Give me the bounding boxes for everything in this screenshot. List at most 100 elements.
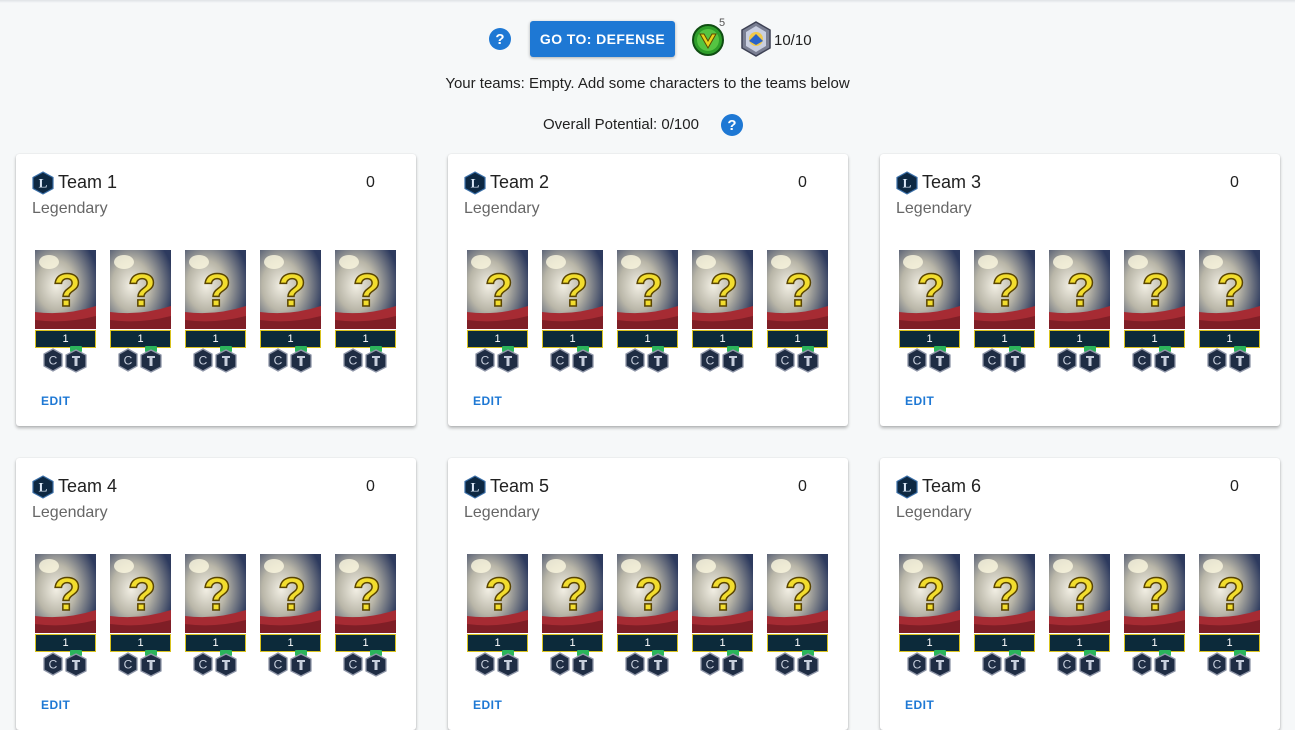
svg-text:C: C	[1213, 658, 1222, 672]
goto-defense-button[interactable]: GO TO: DEFENSE	[530, 21, 675, 57]
character-slot[interactable]: ? 1 C	[185, 554, 247, 682]
character-slot[interactable]: ? 1 C	[767, 554, 829, 682]
svg-text:L: L	[39, 480, 48, 495]
character-slot[interactable]: ? 1 C	[974, 554, 1036, 682]
edit-team-button[interactable]: EDIT	[896, 392, 943, 410]
help-button[interactable]: ?	[489, 28, 511, 50]
gear-tier-icon: C	[43, 652, 63, 676]
svg-text:?: ?	[353, 264, 381, 316]
svg-text:?: ?	[635, 264, 663, 316]
character-slot[interactable]: ? 1 C	[467, 554, 529, 682]
team-card-header: L Team 1 0 Legendary	[32, 170, 402, 230]
character-slot[interactable]: ? 1 C	[542, 554, 604, 682]
svg-text:C: C	[49, 354, 58, 368]
team-card-header: L Team 3 0 Legendary	[896, 170, 1266, 230]
character-slot[interactable]: ? 1 C	[1049, 554, 1111, 682]
svg-text:?: ?	[1142, 264, 1170, 316]
legendary-l-hex-icon: L	[464, 475, 486, 499]
character-slots: ? 1 C ? 1 C ? 1 C ? 1 C ? 1 C	[35, 554, 400, 684]
character-slot[interactable]: ? 1 C	[1124, 250, 1186, 378]
character-slot[interactable]: ? 1 C	[260, 554, 322, 682]
team-name: Team 6	[922, 476, 982, 496]
unknown-character-portrait: ?	[260, 554, 321, 633]
unknown-character-portrait: ?	[1124, 554, 1185, 633]
svg-text:?: ?	[128, 264, 156, 316]
unknown-character-portrait: ?	[617, 554, 678, 633]
character-slot[interactable]: ? 1 C	[899, 250, 961, 378]
team-card: L Team 4 0 Legendary ? 1 C ? 1 C ? 1 C ?…	[16, 458, 416, 730]
toolbar: ? GO TO: DEFENSE 5 10/10	[0, 17, 1295, 59]
team-score: 0	[1230, 174, 1239, 191]
character-slot[interactable]: ? 1 C	[1124, 554, 1186, 682]
svg-text:C: C	[913, 354, 922, 368]
team-card: L Team 2 0 Legendary ? 1 C ? 1 C ? 1 C ?…	[448, 154, 848, 426]
svg-text:?: ?	[1067, 568, 1095, 620]
unknown-character-portrait: ?	[110, 554, 171, 633]
unknown-character-portrait: ?	[767, 250, 828, 329]
character-slot[interactable]: ? 1 C	[35, 250, 97, 378]
edit-team-button[interactable]: EDIT	[32, 392, 79, 410]
relic-tier-icon	[365, 346, 387, 373]
character-slot[interactable]: ? 1 C	[1199, 250, 1261, 378]
potential-help-button[interactable]: ?	[721, 114, 743, 136]
character-slot[interactable]: ? 1 C	[692, 554, 754, 682]
relic-tier-icon	[140, 346, 162, 373]
unknown-character-portrait: ?	[899, 250, 960, 329]
character-slot[interactable]: ? 1 C	[35, 554, 97, 682]
team-name: Team 2	[490, 172, 550, 192]
character-slot[interactable]: ? 1 C	[110, 250, 172, 378]
gear-tier-icon: C	[982, 348, 1002, 372]
svg-text:L: L	[39, 176, 48, 191]
character-slots: ? 1 C ? 1 C ? 1 C ? 1 C ? 1 C	[467, 554, 832, 684]
character-slot[interactable]: ? 1 C	[260, 250, 322, 378]
relic-tier-icon	[65, 346, 87, 373]
svg-text:?: ?	[560, 568, 588, 620]
unknown-character-portrait: ?	[1049, 554, 1110, 633]
svg-text:?: ?	[53, 264, 81, 316]
legendary-l-hex-icon: L	[896, 171, 918, 195]
team-tier: Legendary	[464, 200, 540, 217]
team-score: 0	[366, 478, 375, 495]
character-slot[interactable]: ? 1 C	[110, 554, 172, 682]
character-slot[interactable]: ? 1 C	[335, 554, 397, 682]
character-slot[interactable]: ? 1 C	[185, 250, 247, 378]
character-slot[interactable]: ? 1 C	[899, 554, 961, 682]
edit-team-button[interactable]: EDIT	[464, 392, 511, 410]
team-card-header: L Team 5 0 Legendary	[464, 474, 834, 534]
edit-team-button[interactable]: EDIT	[464, 696, 511, 714]
gear-tier-icon: C	[1057, 348, 1077, 372]
character-slot[interactable]: ? 1 C	[1199, 554, 1261, 682]
character-slot[interactable]: ? 1 C	[542, 250, 604, 378]
character-slot[interactable]: ? 1 C	[1049, 250, 1111, 378]
svg-text:C: C	[706, 658, 715, 672]
edit-team-button[interactable]: EDIT	[32, 696, 79, 714]
svg-text:?: ?	[1067, 264, 1095, 316]
relic-tier-icon	[1154, 346, 1176, 373]
gear-tier-icon: C	[1207, 652, 1227, 676]
character-slot[interactable]: ? 1 C	[767, 250, 829, 378]
relic-tier-icon	[215, 346, 237, 373]
gear-tier-icon: C	[1207, 348, 1227, 372]
svg-text:?: ?	[485, 264, 513, 316]
svg-text:C: C	[1138, 658, 1147, 672]
gear-tier-icon: C	[343, 348, 363, 372]
svg-text:C: C	[1063, 354, 1072, 368]
relic-tier-icon	[722, 346, 744, 373]
unknown-character-portrait: ?	[335, 554, 396, 633]
svg-text:C: C	[274, 658, 283, 672]
character-slot[interactable]: ? 1 C	[974, 250, 1036, 378]
team-card-header: L Team 4 0 Legendary	[32, 474, 402, 534]
gear-tier-icon: C	[1057, 652, 1077, 676]
relic-tier-icon	[722, 650, 744, 677]
edit-team-button[interactable]: EDIT	[896, 696, 943, 714]
svg-text:?: ?	[278, 264, 306, 316]
team-name: Team 5	[490, 476, 550, 496]
character-slot[interactable]: ? 1 C	[467, 250, 529, 378]
character-slot[interactable]: ? 1 C	[617, 554, 679, 682]
team-tier: Legendary	[896, 504, 972, 521]
character-slot[interactable]: ? 1 C	[617, 250, 679, 378]
team-tier: Legendary	[896, 200, 972, 217]
svg-text:?: ?	[1217, 568, 1245, 620]
character-slot[interactable]: ? 1 C	[692, 250, 754, 378]
character-slot[interactable]: ? 1 C	[335, 250, 397, 378]
